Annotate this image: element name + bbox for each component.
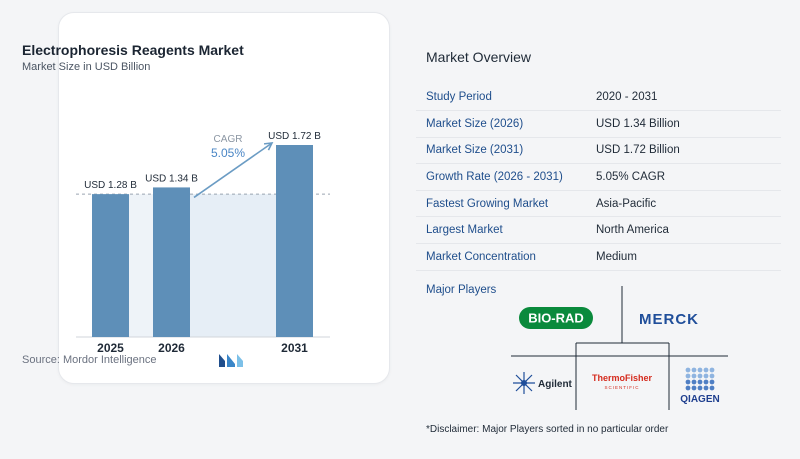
qiagen-logo-icon [685,367,715,391]
x-tick-label: 2026 [158,341,185,355]
gap-shade [129,194,153,337]
bar-2031 [276,145,313,337]
bio-rad-logo-icon: BIO-RAD [519,307,593,329]
agilent-logo-icon: Agilent [513,372,573,394]
agilent-label: Agilent [538,379,573,390]
thermo-fisher-label: ThermoFisher [592,373,653,383]
growth-shade [190,194,276,337]
bar-2025 [92,194,129,337]
bar-2026 [153,187,190,337]
disclaimer: *Disclaimer: Major Players sorted in no … [426,424,669,435]
major-players-grid: BIO-RAD MERCK Agilent ThermoFisher SCIEN… [511,286,728,410]
source-label: Source: Mordor Intelligence [22,354,157,366]
bar-chart: USD 1.28 B 2025 USD 1.34 B 2026 USD 1.72 B 20… [76,131,330,355]
market-overview-panel: Market Overview Study Period 2020 - 2031 M… [416,0,800,459]
x-tick-label: 2025 [97,341,124,355]
mordor-logo-icon [219,354,243,367]
merck-logo-label: MERCK [639,311,699,328]
bar-value-label: USD 1.72 B [268,131,321,142]
cagr-value: 5.05% [211,146,245,160]
thermo-fisher-sub-label: SCIENTIFIC [604,385,639,390]
bar-value-label: USD 1.34 B [145,173,198,184]
bio-rad-label: BIO-RAD [528,311,584,326]
x-tick-label: 2031 [281,341,308,355]
qiagen-label: QIAGEN [680,394,719,405]
bar-value-label: USD 1.28 B [84,180,137,191]
cagr-label: CAGR [214,134,243,145]
